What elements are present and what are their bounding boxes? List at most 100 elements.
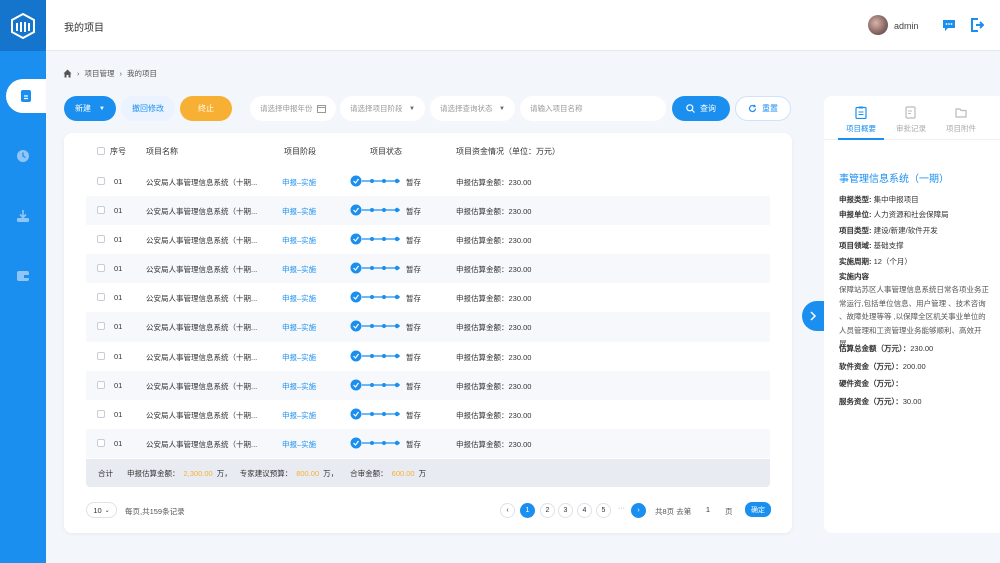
detail-field: 项目领域: 基础支撑 [839,240,904,251]
select-all-checkbox[interactable] [97,147,105,155]
row-checkbox[interactable] [97,438,105,447]
page-size-select[interactable]: 10 ⌄ [86,502,117,518]
project-description: 保障站苏区人事管理信息系统日常各项业务正常运行,包括单位信息、用户管理 、技术咨… [839,285,989,348]
row-fund: 申报估算金额：230.00 [456,265,532,275]
table-row[interactable]: 01 公安局人事管理信息系统（十期... 申报–实施 暂存 申报估算金额：230.00 [86,196,770,226]
row-stage[interactable]: 申报–实施 [282,177,316,188]
row-checkbox[interactable] [97,206,105,215]
username[interactable]: admin [894,21,919,31]
row-project-name[interactable]: 公安局人事管理信息系统（十期... [146,264,257,275]
tab-approval[interactable]: 审批记录 [888,106,934,134]
row-stage[interactable]: 申报–实施 [282,293,316,304]
stage-select[interactable]: 请选择项目阶段 ▼ [340,96,425,121]
row-project-name[interactable]: 公安局人事管理信息系统（十期... [146,235,257,246]
row-checkbox[interactable] [97,235,105,244]
row-checkbox[interactable] [97,322,105,331]
chat-icon[interactable] [942,18,956,32]
table-row[interactable]: 01 公安局人事管理信息系统（十期... 申报–实施 暂存 申报估算金额：230.00 [86,428,770,458]
collapse-panel-button[interactable] [802,301,824,331]
status-select[interactable]: 请选择查询状态 ▼ [430,96,515,121]
fund-field-label: 服务资金（万元）： [839,397,903,406]
new-button[interactable]: 新建 ▼ [64,96,116,121]
row-stage[interactable]: 申报–实施 [282,381,316,392]
breadcrumb-item-project-management[interactable]: 项目管理 [85,68,115,79]
detail-field: 项目类型: 建设/新建/软件开发 [839,225,938,236]
total-declare-label: 申报估算金额： [127,468,180,478]
table-row[interactable]: 01 公安局人事管理信息系统（十期... 申报–实施 暂存 申报估算金额：230.00 [86,312,770,342]
row-no: 01 [114,206,123,216]
row-checkbox[interactable] [97,264,105,273]
row-project-name[interactable]: 公安局人事管理信息系统（十期... [146,439,257,450]
sidebar-item-wallet[interactable] [0,259,46,293]
year-select[interactable]: 请选择申报年份 [250,96,336,121]
logo[interactable] [0,0,46,51]
row-fund: 申报估算金额：230.00 [456,236,532,246]
row-status: 暂存 [406,178,421,187]
row-checkbox[interactable] [97,293,105,302]
row-stage[interactable]: 申报–实施 [282,352,316,363]
avatar[interactable] [868,15,888,35]
row-project-name[interactable]: 公安局人事管理信息系统（十期... [146,322,257,333]
page-2-button[interactable]: 2 [540,503,555,518]
download-icon [17,210,29,222]
status-progress-icon [350,175,400,187]
row-project-name[interactable]: 公安局人事管理信息系统（十期... [146,410,257,421]
query-button[interactable]: 查询 [672,96,730,121]
table-row[interactable]: 01 公安局人事管理信息系统（十期... 申报–实施 暂存 申报估算金额：230.00 [86,254,770,284]
page-3-button[interactable]: 3 [558,503,573,518]
tab-attachments[interactable]: 项目附件 [938,106,984,134]
table-row[interactable]: 01 公安局人事管理信息系统（十期... 申报–实施 暂存 申报估算金额：230.00 [86,342,770,371]
row-status: 暂存 [406,265,421,275]
page-1-button[interactable]: 1 [520,503,535,518]
row-checkbox[interactable] [97,351,105,360]
table-row[interactable]: 01 公安局人事管理信息系统（十期... 申报–实施 暂存 申报估算金额：230.00 [86,167,770,196]
row-no: 01 [114,177,123,186]
detail-field: 实施内容 [839,271,869,282]
refresh-icon [748,104,757,113]
row-stage[interactable]: 申报–实施 [282,206,316,217]
table-row[interactable]: 01 公安局人事管理信息系统（十期... 申报–实施 暂存 申报估算金额：230.00 [86,370,770,400]
row-stage[interactable]: 申报–实施 [282,235,316,246]
sidebar-item-history[interactable] [0,139,46,173]
sidebar-item-projects[interactable] [6,79,46,113]
table-row[interactable]: 01 公安局人事管理信息系统（十期... 申报–实施 暂存 申报估算金额：230.00 [86,225,770,254]
detail-field-value: 建设/新建/软件开发 [873,226,938,235]
row-project-name[interactable]: 公安局人事管理信息系统（十期... [146,293,257,304]
row-stage[interactable]: 申报–实施 [282,264,316,275]
clipboard-icon [855,106,867,119]
prev-page-button[interactable]: ‹ [500,503,515,518]
detail-field: 申报类型: 集中申报项目 [839,194,919,205]
goto-page-input[interactable]: 1 [696,502,720,518]
row-project-name[interactable]: 公安局人事管理信息系统（十期... [146,381,257,392]
stop-button[interactable]: 终止 [180,96,232,121]
table-row[interactable]: 01 公安局人事管理信息系统（十期... 申报–实施 暂存 申报估算金额：230.00 [86,400,770,429]
fund-field: 估算总金额（万元）：230.00 [839,343,933,354]
row-stage[interactable]: 申报–实施 [282,410,316,421]
row-no: 01 [114,380,123,390]
row-checkbox[interactable] [97,409,105,418]
row-project-name[interactable]: 公安局人事管理信息系统（十期... [146,177,257,188]
project-name-input[interactable]: 请输入项目名称 [520,96,666,121]
table-row[interactable]: 01 公安局人事管理信息系统（十期... 申报–实施 暂存 申报估算金额：230.00 [86,283,770,312]
sidebar-item-download[interactable] [0,199,46,233]
page-5-button[interactable]: 5 [596,503,611,518]
next-page-button[interactable]: › [631,503,646,518]
logout-icon[interactable] [970,18,984,32]
row-checkbox[interactable] [97,177,105,185]
return-edit-button[interactable]: 撤回修改 [121,96,175,121]
caret-down-icon: ▼ [99,105,105,112]
tab-overview[interactable]: 项目概要 [838,106,884,134]
row-status: 暂存 [406,207,421,217]
row-project-name[interactable]: 公安局人事管理信息系统（十期... [146,352,257,363]
total-audit-label: 合审金额： [350,468,388,478]
row-stage[interactable]: 申报–实施 [282,322,316,333]
row-checkbox[interactable] [97,380,105,389]
reset-button[interactable]: 重置 [735,96,791,121]
row-project-name[interactable]: 公安局人事管理信息系统（十期... [146,206,257,217]
confirm-button[interactable]: 确定 [745,502,771,517]
row-stage[interactable]: 申报–实施 [282,439,316,450]
fund-field: 硬件资金（万元）： [839,378,903,389]
home-icon[interactable] [63,69,72,78]
row-status: 暂存 [406,439,421,449]
page-4-button[interactable]: 4 [577,503,592,518]
